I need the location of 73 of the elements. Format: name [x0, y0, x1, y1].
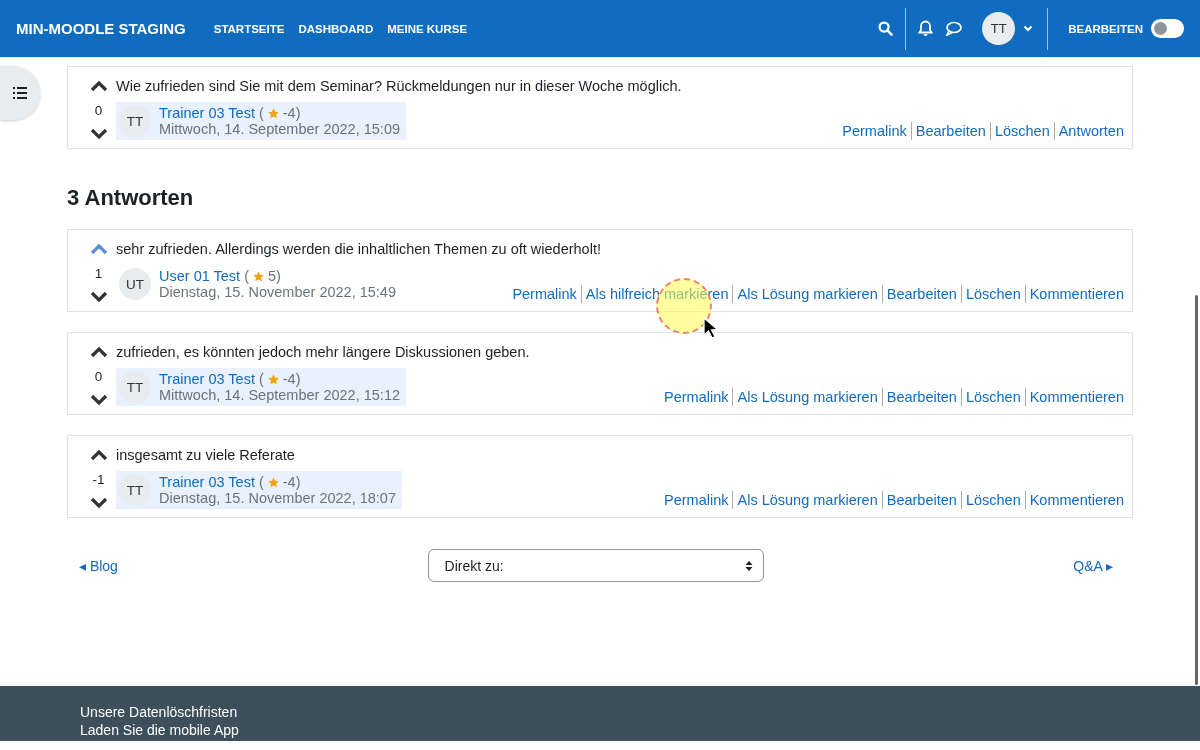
- replies-heading: 3 Antworten: [67, 185, 195, 211]
- next-activity-link[interactable]: Q&A ▸: [1073, 557, 1113, 574]
- nav-link[interactable]: STARTSEITE: [213, 22, 285, 35]
- author-link[interactable]: Trainer 03 Test: [159, 371, 255, 387]
- sort-arrows-icon: [744, 559, 753, 572]
- star-icon: [253, 270, 264, 282]
- post-action-link[interactable]: Als Lösung markieren: [737, 492, 878, 508]
- edit-mode-toggle[interactable]: [1151, 19, 1184, 38]
- star-icon: [267, 107, 279, 119]
- jump-to-select[interactable]: Direkt zu:: [427, 549, 764, 582]
- post-action-link[interactable]: Permalink: [664, 492, 729, 508]
- nav-link[interactable]: MEINE KURSE: [387, 22, 468, 35]
- author-avatar: TT: [119, 474, 151, 506]
- post-action-link[interactable]: Löschen: [965, 492, 1021, 508]
- footer-link[interactable]: Unsere Datenlöschfristen: [80, 703, 1200, 721]
- previous-activity-link[interactable]: ◂ Blog: [79, 557, 118, 574]
- edit-mode-label: BEARBEITEN: [1068, 22, 1143, 35]
- author-avatar: UT: [119, 268, 151, 300]
- chat-bubble-icon[interactable]: [945, 21, 963, 36]
- post-text: sehr zufrieden. Allerdings werden die inhaltlichen Themen zu oft wiederholt!: [116, 241, 602, 257]
- post-date: Mittwoch, 14. September 2022, 15:09: [159, 121, 400, 137]
- post-text: insgesamt zu viele Referate: [116, 447, 296, 463]
- vote-count: 0: [94, 368, 103, 384]
- post-action-link[interactable]: Löschen: [965, 286, 1021, 302]
- author-link[interactable]: Trainer 03 Test: [159, 105, 255, 121]
- post-action-link[interactable]: Bearbeiten: [915, 123, 986, 139]
- author-rating: 5): [268, 268, 281, 284]
- vote-count: -1: [92, 471, 105, 487]
- caret-icon[interactable]: [1023, 25, 1034, 32]
- author-link[interactable]: User 01 Test: [159, 268, 241, 284]
- author-rating: -4): [282, 371, 301, 387]
- vote-count: 0: [94, 102, 103, 118]
- post-action-link[interactable]: Bearbeiten: [886, 389, 957, 405]
- footer-link[interactable]: Laden Sie die mobile App: [80, 721, 1200, 739]
- post-action-link[interactable]: Kommentieren: [1029, 389, 1124, 405]
- post-action-link[interactable]: Kommentieren: [1029, 492, 1124, 508]
- author-rating: -4): [282, 105, 301, 121]
- rating-bracket: (: [258, 474, 264, 490]
- post-action-link[interactable]: Kommentieren: [1029, 286, 1124, 302]
- list-icon: [13, 87, 27, 99]
- nav-link[interactable]: DASHBOARD: [298, 22, 374, 35]
- post-action-link[interactable]: Bearbeiten: [886, 286, 957, 302]
- author-avatar: TT: [119, 105, 151, 137]
- vote-count: 1: [94, 265, 103, 281]
- post-action-link[interactable]: Als Lösung markieren: [737, 389, 878, 405]
- post-date: Dienstag, 15. November 2022, 15:49: [159, 284, 396, 300]
- post-action-link[interactable]: Bearbeiten: [886, 492, 957, 508]
- post-action-link[interactable]: Als hilfreich markieren: [585, 286, 729, 302]
- author-rating: -4): [282, 474, 301, 490]
- star-icon: [267, 476, 279, 488]
- rating-bracket: (: [258, 105, 264, 121]
- post-action-link[interactable]: Permalink: [512, 286, 577, 302]
- post-text: Wie zufrieden sind Sie mit dem Seminar? Rückmeldungen nur in dieser Woche möglich.: [116, 78, 683, 94]
- rating-bracket: (: [244, 268, 249, 284]
- star-icon: [267, 373, 279, 385]
- post-action-link[interactable]: Permalink: [842, 123, 907, 139]
- drawer-toggle-button[interactable]: [0, 66, 40, 120]
- post-text: zufrieden, es könnten jedoch mehr längere Diskussionen geben.: [116, 344, 531, 360]
- post-date: Dienstag, 15. November 2022, 18:07: [159, 490, 396, 506]
- scrollbar[interactable]: [1195, 295, 1198, 685]
- post-action-link[interactable]: Permalink: [664, 389, 729, 405]
- search-icon[interactable]: [878, 21, 894, 36]
- site-brand[interactable]: MIN-MOODLE STAGING: [16, 20, 186, 37]
- author-avatar: TT: [119, 371, 151, 403]
- post-action-link[interactable]: Löschen: [965, 389, 1021, 405]
- author-link[interactable]: Trainer 03 Test: [159, 474, 255, 490]
- user-avatar[interactable]: TT: [982, 12, 1016, 45]
- post-action-link[interactable]: Als Lösung markieren: [737, 286, 878, 302]
- rating-bracket: (: [258, 371, 264, 387]
- post-action-link[interactable]: Löschen: [994, 123, 1050, 139]
- post-action-link[interactable]: Antworten: [1058, 123, 1124, 139]
- bell-icon[interactable]: [918, 20, 934, 37]
- post-date: Mittwoch, 14. September 2022, 15:12: [159, 387, 400, 403]
